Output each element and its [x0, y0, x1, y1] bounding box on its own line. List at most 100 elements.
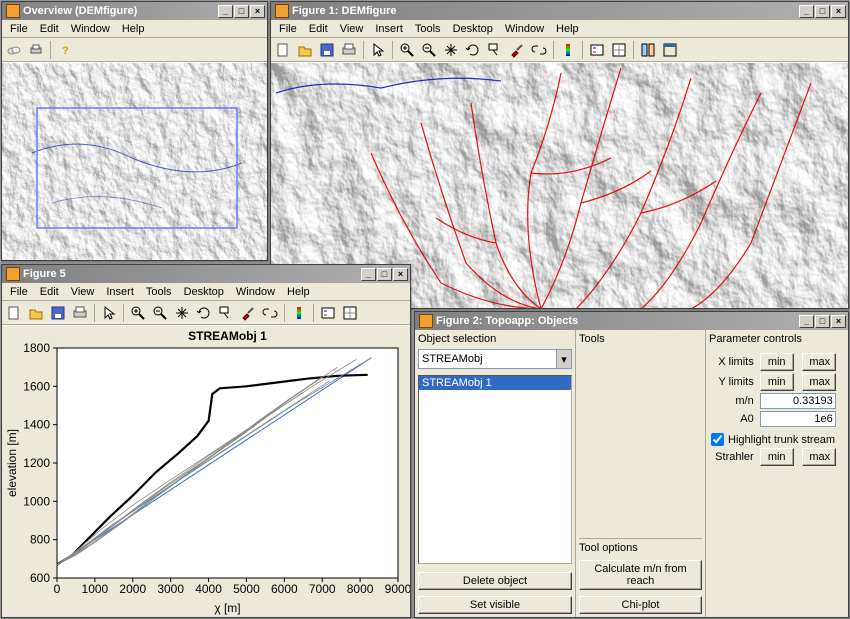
overview-titlebar[interactable]: Overview (DEMfigure) _ □ × — [2, 2, 267, 20]
mn-input[interactable] — [760, 393, 836, 409]
calculate-mn-button[interactable]: Calculate m/n from reach — [579, 560, 702, 590]
ylimits-max-button[interactable]: max — [802, 373, 836, 391]
rotate-icon[interactable] — [463, 40, 483, 60]
menu-help[interactable]: Help — [550, 22, 585, 36]
minimize-button[interactable]: _ — [361, 268, 376, 281]
help-icon[interactable]: ? — [55, 40, 75, 60]
menu-window[interactable]: Window — [65, 22, 116, 36]
menu-file[interactable]: File — [4, 285, 34, 299]
brush-icon[interactable] — [507, 40, 527, 60]
menu-insert[interactable]: Insert — [369, 22, 409, 36]
pointer-icon[interactable] — [99, 303, 119, 323]
xlimits-max-button[interactable]: max — [802, 353, 836, 371]
delete-object-button[interactable]: Delete object — [418, 572, 572, 590]
print-icon[interactable] — [26, 40, 46, 60]
svg-text:1000: 1000 — [23, 494, 50, 508]
menu-edit[interactable]: Edit — [34, 285, 65, 299]
highlight-trunk-checkbox[interactable]: Highlight trunk stream — [711, 433, 843, 446]
strahler-min-button[interactable]: min — [760, 448, 794, 466]
legend-icon[interactable] — [318, 303, 338, 323]
chi-plot-button[interactable]: Chi-plot — [579, 596, 702, 614]
a0-input[interactable] — [760, 411, 836, 427]
object-listbox[interactable]: STREAMobj 1 — [418, 375, 572, 564]
ylimits-min-button[interactable]: min — [760, 373, 794, 391]
maximize-button[interactable]: □ — [815, 5, 830, 18]
menu-help[interactable]: Help — [116, 22, 151, 36]
svg-text:1800: 1800 — [23, 341, 50, 355]
print-icon[interactable] — [339, 40, 359, 60]
brush-icon[interactable] — [238, 303, 258, 323]
minimize-button[interactable]: _ — [799, 5, 814, 18]
figure2-titlebar[interactable]: Figure 2: Topoapp: Objects _ □ × — [415, 312, 848, 330]
grid-icon[interactable] — [340, 303, 360, 323]
colorbar-icon[interactable] — [289, 303, 309, 323]
close-button[interactable]: × — [831, 315, 846, 328]
close-button[interactable]: × — [831, 5, 846, 18]
new-icon[interactable] — [4, 303, 24, 323]
parameter-controls-label: Parameter controls — [709, 333, 845, 345]
clouds-icon[interactable] — [4, 40, 24, 60]
menu-desktop[interactable]: Desktop — [447, 22, 499, 36]
menu-edit[interactable]: Edit — [34, 22, 65, 36]
menu-view[interactable]: View — [65, 285, 101, 299]
chevron-down-icon: ▾ — [556, 350, 571, 368]
datatip-icon[interactable] — [485, 40, 505, 60]
pan-icon[interactable] — [172, 303, 192, 323]
strahler-max-button[interactable]: max — [802, 448, 836, 466]
xlimits-min-button[interactable]: min — [760, 353, 794, 371]
overview-content — [2, 62, 267, 260]
object-type-select[interactable]: STREAMobj ▾ — [418, 349, 572, 369]
xlimits-label: X limits — [711, 353, 758, 371]
figure5-titlebar[interactable]: Figure 5 _ □ × — [2, 265, 410, 283]
maximize-button[interactable]: □ — [815, 315, 830, 328]
open-icon[interactable] — [26, 303, 46, 323]
menu-help[interactable]: Help — [281, 285, 316, 299]
layout-icon[interactable] — [638, 40, 658, 60]
menu-tools[interactable]: Tools — [409, 22, 447, 36]
menu-window[interactable]: Window — [230, 285, 281, 299]
datatip-icon[interactable] — [216, 303, 236, 323]
svg-text:1600: 1600 — [23, 379, 50, 393]
rotate-icon[interactable] — [194, 303, 214, 323]
pointer-icon[interactable] — [368, 40, 388, 60]
chi-plot-chart[interactable]: 0100020003000400050006000700080009000600… — [2, 326, 410, 617]
colorbar-icon[interactable] — [558, 40, 578, 60]
list-item[interactable]: STREAMobj 1 — [419, 376, 571, 390]
svg-text:elevation [m]: elevation [m] — [5, 429, 19, 497]
set-visible-button[interactable]: Set visible — [418, 596, 572, 614]
menu-file[interactable]: File — [273, 22, 303, 36]
legend-icon[interactable] — [587, 40, 607, 60]
save-icon[interactable] — [48, 303, 68, 323]
menu-view[interactable]: View — [334, 22, 370, 36]
zoom-out-icon[interactable] — [150, 303, 170, 323]
menu-window[interactable]: Window — [499, 22, 550, 36]
zoom-in-icon[interactable] — [128, 303, 148, 323]
figure1-titlebar[interactable]: Figure 1: DEMfigure _ □ × — [271, 2, 848, 20]
maximize-button[interactable]: □ — [377, 268, 392, 281]
open-icon[interactable] — [295, 40, 315, 60]
link-icon[interactable] — [260, 303, 280, 323]
highlight-checkbox-input[interactable] — [711, 433, 724, 446]
menu-insert[interactable]: Insert — [100, 285, 140, 299]
tool-options-label: Tool options — [579, 538, 702, 554]
close-button[interactable]: × — [250, 5, 265, 18]
svg-text:7000: 7000 — [309, 582, 336, 596]
menu-file[interactable]: File — [4, 22, 34, 36]
figure5-toolbar — [2, 301, 410, 325]
minimize-button[interactable]: _ — [799, 315, 814, 328]
dock-icon[interactable] — [660, 40, 680, 60]
menu-tools[interactable]: Tools — [140, 285, 178, 299]
link-icon[interactable] — [529, 40, 549, 60]
zoom-out-icon[interactable] — [419, 40, 439, 60]
grid-icon[interactable] — [609, 40, 629, 60]
print-icon[interactable] — [70, 303, 90, 323]
maximize-button[interactable]: □ — [234, 5, 249, 18]
new-icon[interactable] — [273, 40, 293, 60]
menu-desktop[interactable]: Desktop — [178, 285, 230, 299]
close-button[interactable]: × — [393, 268, 408, 281]
menu-edit[interactable]: Edit — [303, 22, 334, 36]
zoom-in-icon[interactable] — [397, 40, 417, 60]
minimize-button[interactable]: _ — [218, 5, 233, 18]
save-icon[interactable] — [317, 40, 337, 60]
pan-icon[interactable] — [441, 40, 461, 60]
